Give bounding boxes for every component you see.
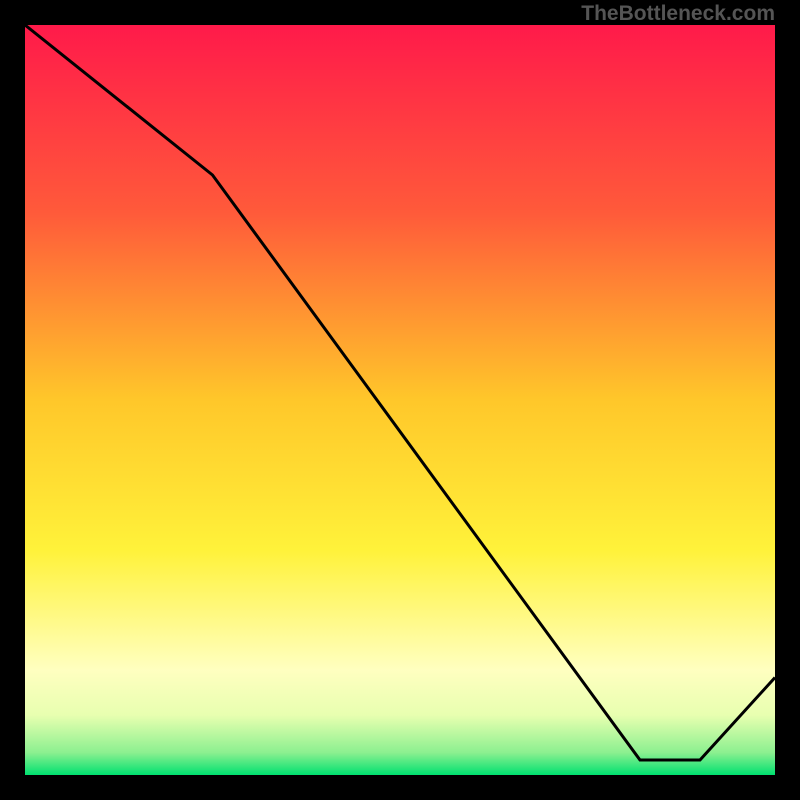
bottleneck-chart (25, 25, 775, 775)
chart-area (25, 25, 775, 775)
gradient-background (25, 25, 775, 775)
watermark-text: TheBottleneck.com (581, 2, 775, 26)
